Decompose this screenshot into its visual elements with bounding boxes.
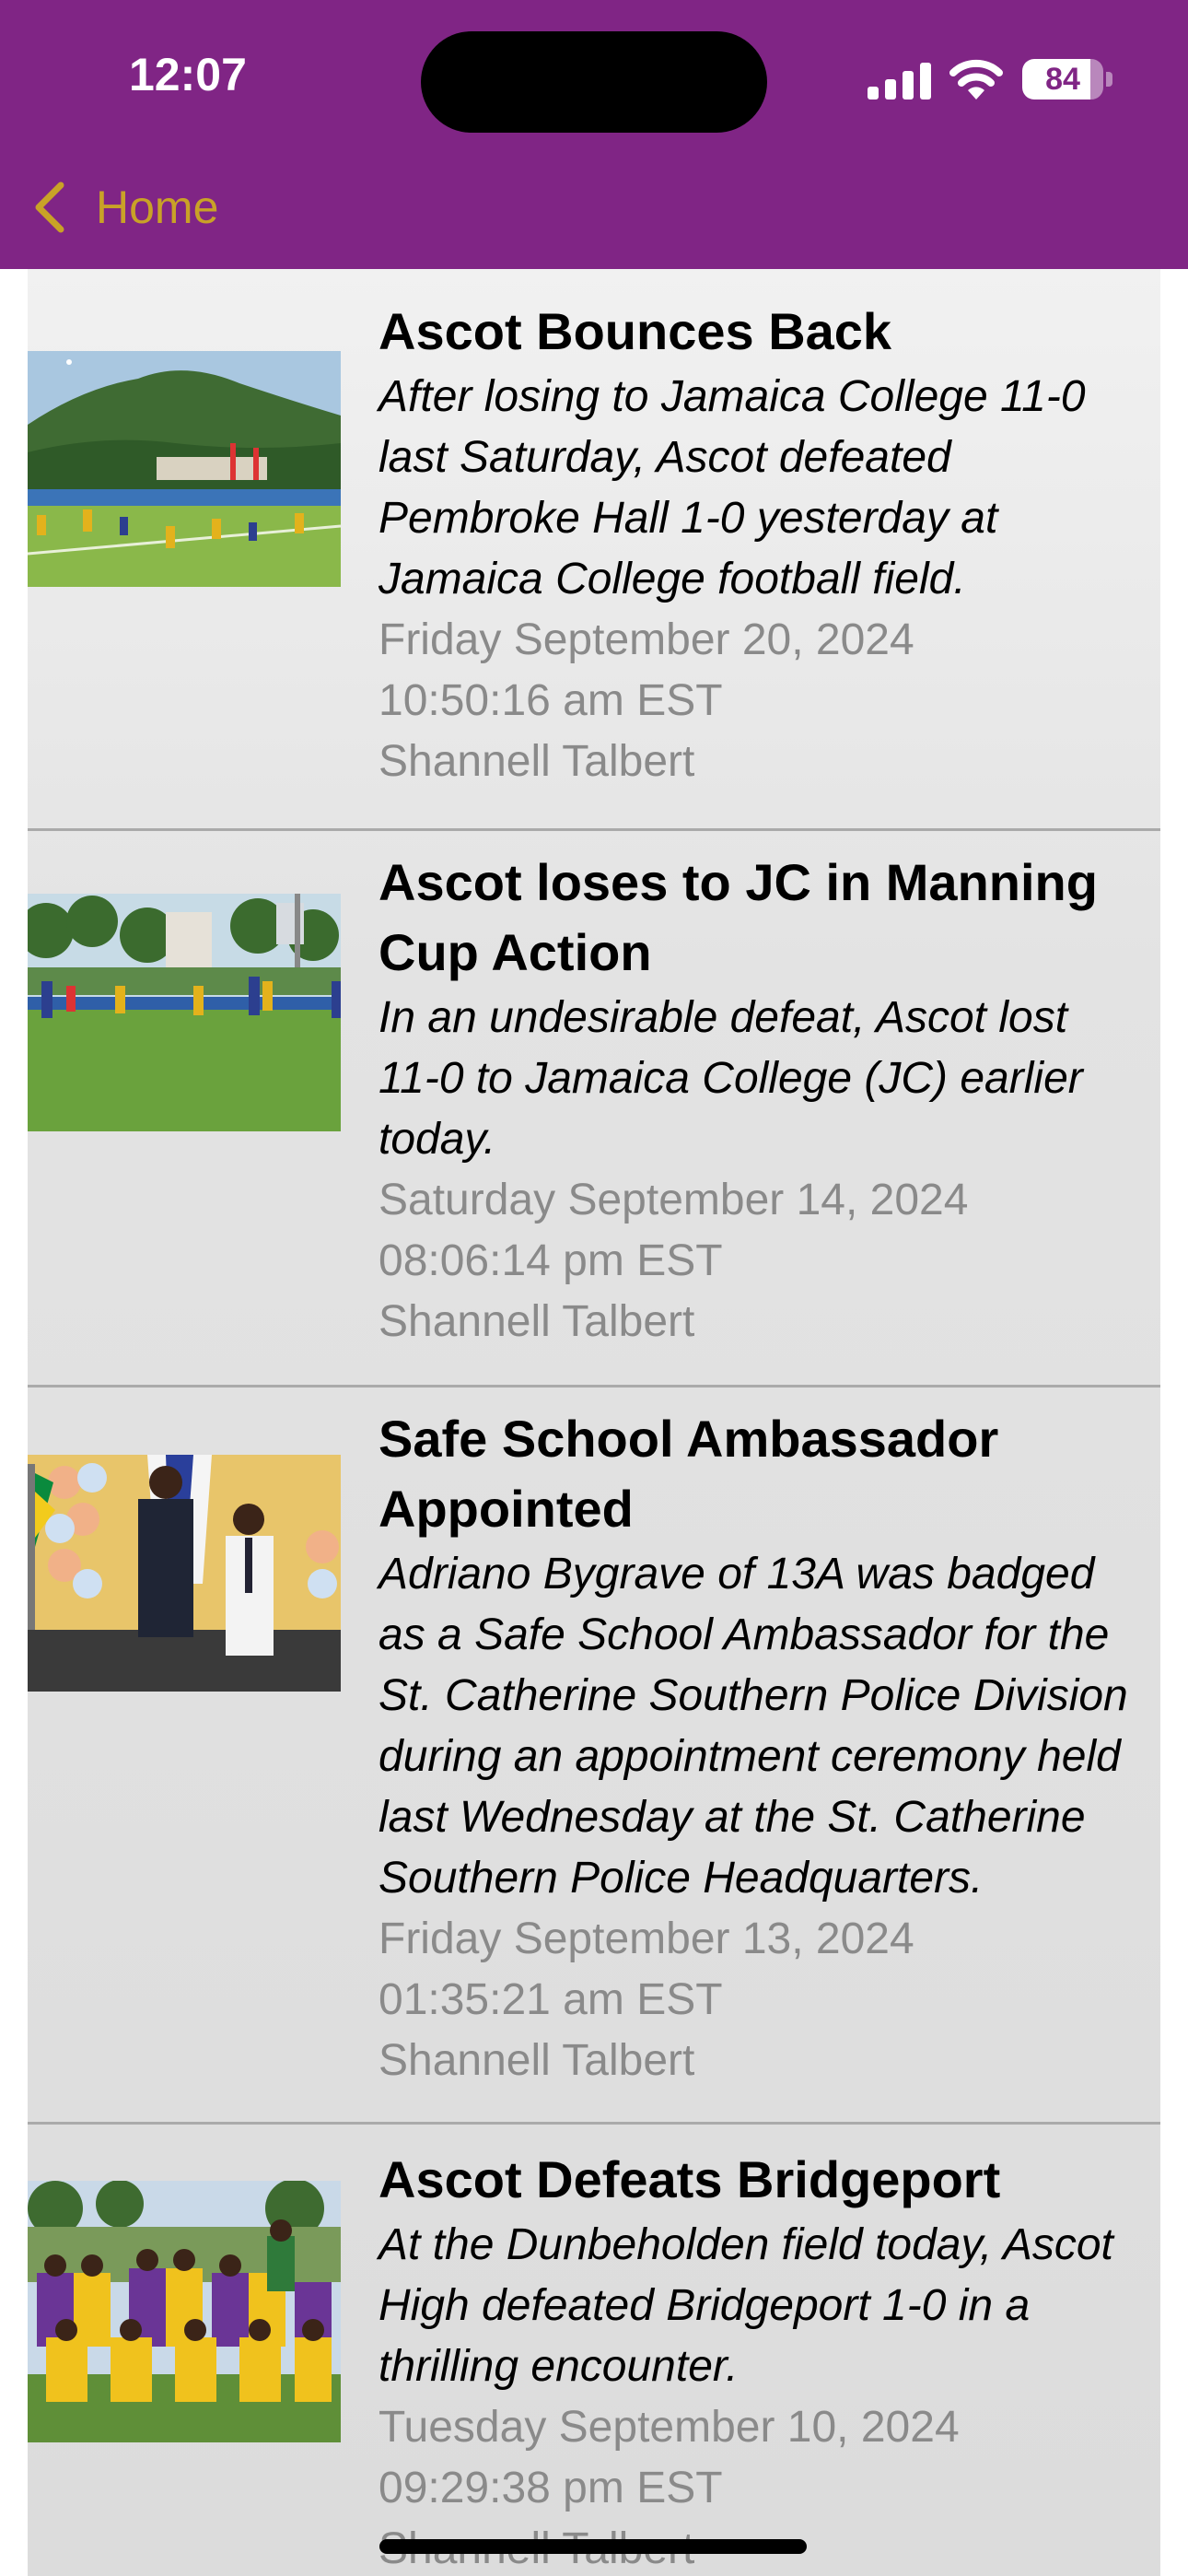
article-summary-line: today. [379, 1115, 496, 1164]
home-indicator[interactable] [379, 2539, 807, 2554]
article-summary-line: Adriano Bygrave of 13A was badged [379, 1550, 1095, 1598]
team-photo [28, 2181, 341, 2442]
article-text: Ascot Bounces Back After losing to Jamai… [379, 297, 1160, 792]
article-summary-line: during an appointment ceremony held [379, 1732, 1121, 1781]
article-summary-line: Pembroke Hall 1-0 yesterday at [379, 494, 998, 543]
article-date: Friday September 13, 2024 [379, 1914, 914, 1963]
battery-cap [1106, 72, 1112, 87]
article-author: Shannell Talbert [379, 2036, 695, 2085]
article-text: Ascot loses to JC in Manning Cup Action … [379, 848, 1160, 1352]
article-summary-line: last Saturday, Ascot defeated [379, 433, 951, 482]
football-match-photo [28, 351, 341, 587]
article-text: Ascot Defeats Bridgeport At the Dunbehol… [379, 2145, 1160, 2576]
nav-bar: 12:07 84 Home [0, 0, 1188, 269]
article-item[interactable]: Ascot Bounces Back After losing to Jamai… [28, 269, 1160, 825]
article-thumbnail [28, 351, 341, 587]
article-thumbnail [28, 1455, 341, 1692]
article-date: Tuesday September 10, 2024 [379, 2403, 960, 2452]
article-time: 09:29:38 pm EST [379, 2464, 723, 2512]
article-summary-line: last Wednesday at the St. Catherine [379, 1793, 1086, 1842]
article-summary-line: 11-0 to Jamaica College (JC) earlier [379, 1054, 1083, 1103]
status-time: 12:07 [129, 49, 247, 100]
article-list[interactable]: Ascot Bounces Back After losing to Jamai… [28, 269, 1160, 2576]
article-summary-line: High defeated Bridgeport 1-0 in a [379, 2281, 1031, 2330]
article-summary-line: After losing to Jamaica College 11-0 [379, 372, 1086, 421]
article-summary-line: as a Safe School Ambassador for the [379, 1610, 1110, 1659]
football-field-photo [28, 894, 341, 1131]
article-time: 01:35:21 am EST [379, 1975, 723, 2024]
article-summary-line: Southern Police Headquarters. [379, 1854, 984, 1903]
dynamic-island [421, 31, 767, 133]
article-summary-line: At the Dunbeholden field today, Ascot [379, 2220, 1113, 2269]
wifi-icon [949, 59, 1003, 100]
article-time: 08:06:14 pm EST [379, 1236, 723, 1285]
article-thumbnail [28, 2181, 341, 2442]
article-summary-line: St. Catherine Southern Police Division [379, 1671, 1128, 1720]
back-button[interactable]: Home [31, 175, 218, 240]
article-item[interactable]: Safe School Ambassador Appointed Adriano… [28, 1388, 1160, 2112]
article-title-line: Safe School Ambassador [379, 1410, 999, 1468]
chevron-left-icon [35, 181, 64, 233]
article-summary-line: In an undesirable defeat, Ascot lost [379, 993, 1068, 1042]
cellular-signal-icon [868, 63, 931, 100]
article-title: Ascot Defeats Bridgeport [379, 2150, 1001, 2208]
article-date: Friday September 20, 2024 [379, 615, 914, 664]
back-button-label: Home [96, 181, 219, 233]
ceremony-photo [28, 1455, 341, 1692]
article-title-line: Appointed [379, 1480, 634, 1538]
article-thumbnail [28, 894, 341, 1131]
screen: 12:07 84 Home Ascot Bounces Back After l… [0, 0, 1188, 2576]
article-author: Shannell Talbert [379, 737, 695, 786]
article-text: Safe School Ambassador Appointed Adriano… [379, 1404, 1160, 2091]
article-title-line: Cup Action [379, 923, 652, 981]
battery-level: 84 [1045, 62, 1080, 97]
article-title-line: Ascot loses to JC in Manning [379, 853, 1098, 911]
battery-icon: 84 [1022, 59, 1103, 100]
article-summary-line: Jamaica College football field. [379, 555, 966, 603]
article-summary-line: thrilling encounter. [379, 2342, 739, 2391]
article-time: 10:50:16 am EST [379, 676, 723, 725]
article-item[interactable]: Ascot Defeats Bridgeport At the Dunbehol… [28, 2125, 1160, 2576]
article-date: Saturday September 14, 2024 [379, 1176, 969, 1224]
article-title: Ascot Bounces Back [379, 302, 892, 360]
article-item[interactable]: Ascot loses to JC in Manning Cup Action … [28, 831, 1160, 1375]
article-author: Shannell Talbert [379, 1297, 695, 1346]
